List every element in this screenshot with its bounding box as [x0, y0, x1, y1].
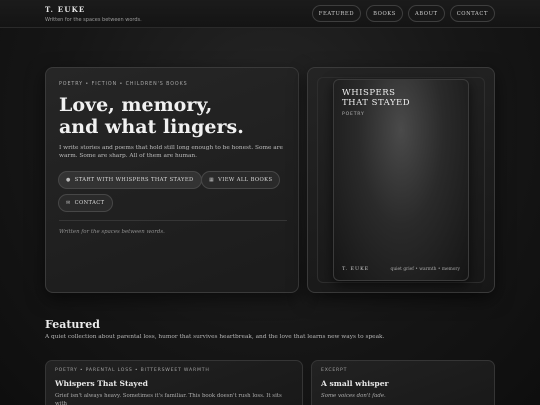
excerpt-text: Some voices don't fade. — [321, 393, 386, 399]
featured-book-card[interactable]: POETRY • PARENTAL LOSS • BITTERSWEET WAR… — [45, 360, 303, 405]
start-reading-label: START WITH WHISPERS THAT STAYED — [74, 177, 194, 183]
start-reading-button[interactable]: ● START WITH WHISPERS THAT STAYED — [58, 171, 202, 189]
excerpt-card: EXCERPT A small whisper Some voices don'… — [311, 360, 495, 405]
hero-description: I write stories and poems that hold stil… — [59, 145, 283, 160]
mail-icon: ✉ — [66, 200, 71, 206]
site-header: T. EUKE Written for the spaces between w… — [0, 0, 540, 28]
book-genre: POETRY — [342, 112, 365, 117]
book-title-line-2: THAT STAYED — [342, 98, 411, 108]
featured-book-title[interactable]: Whispers That Stayed — [55, 379, 148, 388]
featured-description: A quiet collection about parental loss, … — [45, 334, 385, 340]
book-title-line-1: WHISPERS — [342, 88, 396, 98]
contact-label: CONTACT — [74, 200, 105, 206]
dot-icon: ● — [66, 177, 71, 183]
nav-contact[interactable]: CONTACT — [449, 5, 495, 22]
contact-button[interactable]: ✉ CONTACT — [58, 194, 113, 212]
excerpt-title: A small whisper — [321, 379, 389, 388]
view-all-books-label: VIEW ALL BOOKS — [218, 177, 273, 183]
brand-tagline: Written for the spaces between words. — [45, 17, 142, 23]
hero-footnote: Written for the spaces between words. — [59, 229, 165, 235]
book-author: T. EUKE — [342, 267, 370, 272]
hero-card: POETRY • FICTION • CHILDREN'S BOOKS Love… — [45, 67, 299, 293]
book-title: WHISPERS THAT STAYED — [342, 88, 462, 108]
book-tags: quiet grief • warmth • memory — [390, 267, 460, 272]
hero-title-line-1: Love, memory, — [59, 94, 213, 116]
hero-divider — [59, 220, 287, 221]
featured-title: Featured — [45, 318, 100, 331]
hero-title: Love, memory, and what lingers. — [59, 94, 289, 138]
book-cover[interactable]: WHISPERS THAT STAYED POETRY T. EUKE quie… — [333, 79, 469, 281]
main-nav: FEATURED BOOKS ABOUT CONTACT — [311, 5, 495, 22]
brand-name[interactable]: T. EUKE — [45, 5, 142, 14]
nav-books[interactable]: BOOKS — [366, 5, 403, 22]
view-all-books-button[interactable]: ▦ VIEW ALL BOOKS — [201, 171, 281, 189]
hero-title-line-2: and what lingers. — [59, 116, 244, 138]
excerpt-eyebrow: EXCERPT — [321, 368, 348, 373]
nav-featured[interactable]: FEATURED — [311, 5, 362, 22]
featured-book-text: Grief isn't always heavy. Sometimes it's… — [55, 393, 282, 405]
nav-about[interactable]: ABOUT — [407, 5, 445, 22]
hero-eyebrow: POETRY • FICTION • CHILDREN'S BOOKS — [59, 82, 188, 87]
featured-book-eyebrow: POETRY • PARENTAL LOSS • BITTERSWEET WAR… — [55, 368, 210, 373]
book-icon: ▦ — [209, 177, 215, 183]
brand[interactable]: T. EUKE Written for the spaces between w… — [45, 5, 142, 23]
